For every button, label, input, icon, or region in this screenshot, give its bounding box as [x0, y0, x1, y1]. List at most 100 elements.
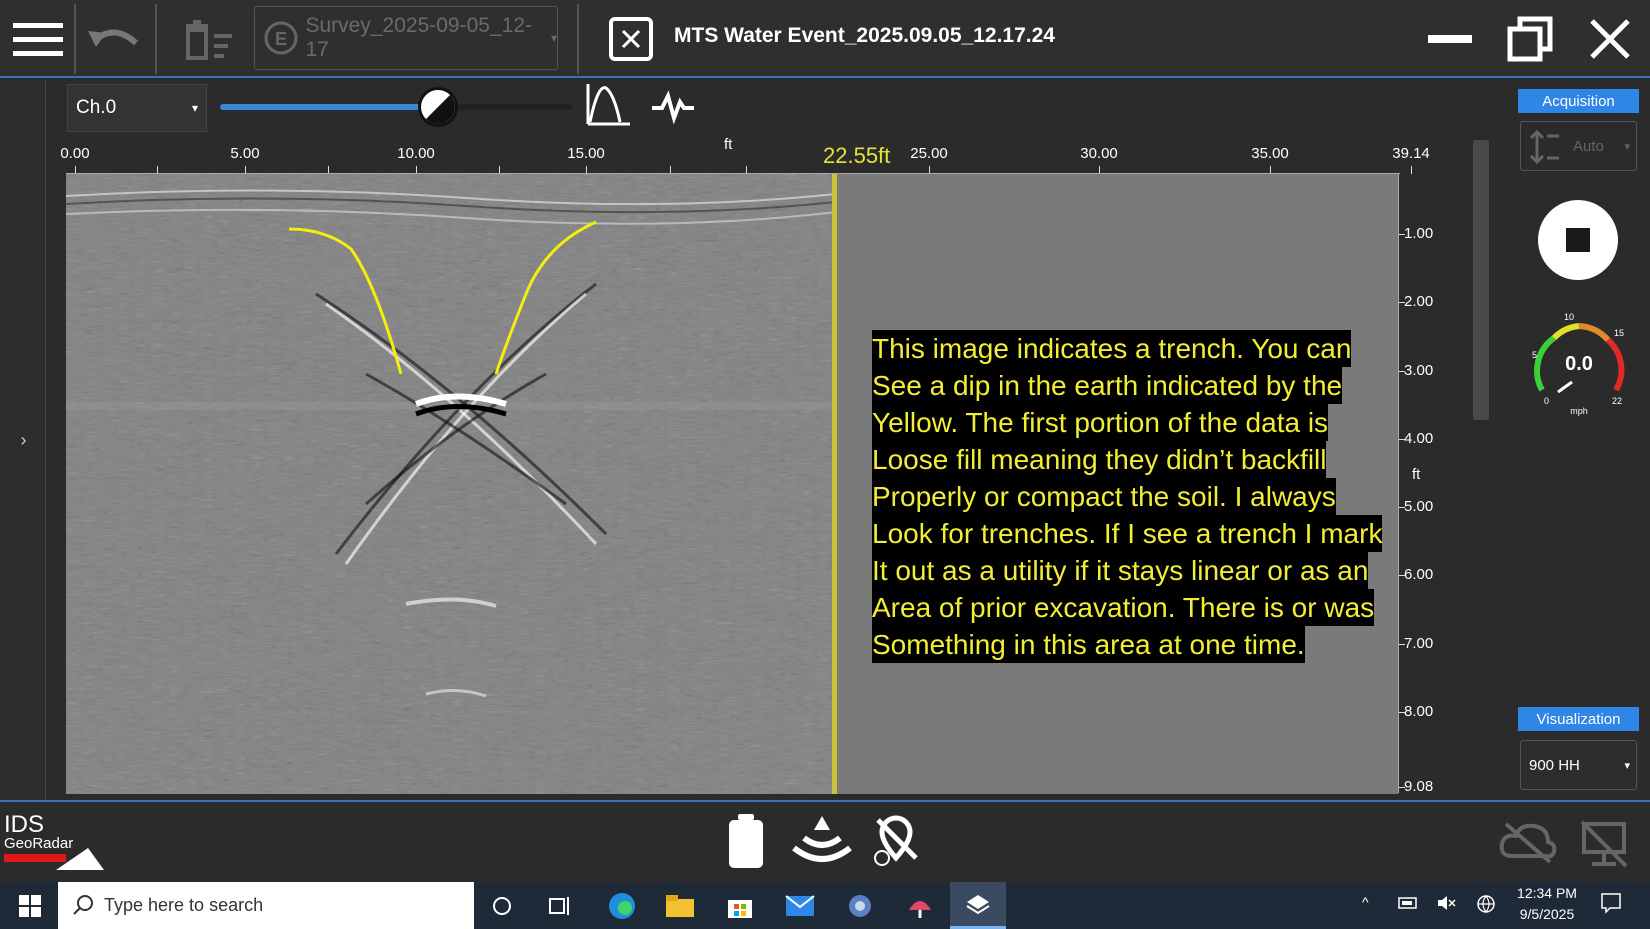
x-tick-label: 25.00 — [910, 145, 948, 162]
y-tick-label: 8.00 — [1404, 703, 1434, 720]
show-hidden-icons[interactable]: ^ — [1362, 894, 1369, 910]
chevron-right-icon: › — [20, 429, 27, 450]
app-taskbar-button[interactable] — [832, 882, 888, 929]
cloud-off-icon — [1499, 822, 1557, 864]
e-circle-icon: E — [264, 21, 298, 55]
snip-icon — [909, 900, 931, 918]
gain-slider-knob[interactable] — [418, 87, 458, 127]
taskbar-time[interactable]: 12:34 PM — [1512, 885, 1582, 901]
x-tick-label: 35.00 — [1251, 145, 1289, 162]
windows-icon — [19, 894, 41, 917]
chevron-down-icon: ▾ — [1624, 759, 1630, 772]
svg-text:E: E — [275, 29, 287, 49]
battery-status[interactable] — [726, 812, 766, 875]
undo-button[interactable] — [80, 4, 148, 74]
cortana-button[interactable] — [474, 882, 530, 929]
logo-mark — [4, 848, 104, 870]
gear-app-icon — [849, 894, 871, 917]
divider — [577, 4, 579, 74]
gauge-tick-label: 22 — [1612, 396, 1622, 406]
y-tick-mark — [1398, 302, 1405, 303]
top-bar: E Survey_2025-09-05_12-17 ▾ MTS Water Ev… — [0, 0, 1650, 78]
window-title: MTS Water Event_2025.09.05_12.17.24 — [674, 24, 1055, 47]
cortana-icon — [493, 896, 511, 915]
divider — [74, 4, 76, 74]
y-tick-label: 9.08 — [1404, 778, 1434, 795]
close-button[interactable] — [1580, 4, 1640, 74]
waveform-button[interactable] — [650, 86, 696, 126]
gauge-tick-label: 5 — [1532, 350, 1537, 360]
annotation-line: See a dip in the earth indicated by the — [872, 367, 1343, 404]
auto-scale-icon — [1529, 130, 1559, 164]
chevron-down-icon: ▾ — [191, 101, 198, 115]
scrollbar-thumb[interactable] — [1473, 140, 1489, 420]
survey-select[interactable]: E Survey_2025-09-05_12-17 ▾ — [254, 6, 558, 70]
y-tick-label: 1.00 — [1404, 225, 1434, 242]
x-tick-label: 39.14 — [1392, 145, 1430, 162]
close-event-button[interactable] — [606, 4, 656, 74]
georadar-taskbar-button[interactable] — [950, 882, 1006, 929]
gps-off-icon — [874, 815, 918, 866]
globe-network-icon[interactable] — [1476, 894, 1496, 914]
edge-taskbar-button[interactable] — [594, 882, 650, 929]
menu-button[interactable] — [4, 4, 72, 74]
gauge-tick-label: 10 — [1564, 312, 1574, 322]
position-cursor[interactable] — [832, 174, 837, 794]
y-axis-unit: ft — [1412, 466, 1421, 483]
mail-taskbar-button[interactable] — [772, 882, 828, 929]
annotation-line: Something in this area at one time. — [872, 626, 1305, 663]
close-box-icon — [609, 17, 653, 61]
search-icon — [73, 895, 93, 915]
volume-muted-icon[interactable] — [1436, 894, 1456, 912]
bell-curve-button[interactable] — [586, 80, 632, 130]
annotation-line: It out as a utility if it stays linear o… — [872, 552, 1369, 589]
snip-taskbar-button[interactable] — [892, 882, 948, 929]
app-window: E Survey_2025-09-05_12-17 ▾ MTS Water Ev… — [0, 0, 1650, 929]
gps-status[interactable] — [870, 812, 922, 873]
annotation-line: Loose fill meaning they didn’t backfill — [872, 441, 1327, 478]
radargram-image[interactable] — [66, 174, 836, 794]
visualization-select[interactable]: 900 HH ▾ — [1520, 740, 1637, 790]
gauge-tick-label: 15 — [1614, 328, 1624, 338]
device-status[interactable] — [1578, 820, 1630, 875]
explorer-taskbar-button[interactable] — [652, 882, 708, 929]
gain-slider-fill — [220, 104, 438, 110]
y-tick-mark — [1398, 787, 1405, 788]
channel-select[interactable]: Ch.0 ▾ — [67, 84, 207, 132]
delete-button[interactable] — [176, 4, 240, 74]
folder-icon — [666, 894, 694, 917]
x-axis-unit: ft — [724, 136, 733, 153]
edge-icon — [609, 892, 635, 919]
taskbar-date[interactable]: 9/5/2025 — [1512, 906, 1582, 922]
restore-button[interactable] — [1500, 4, 1560, 74]
divider — [155, 4, 157, 74]
waveform-icon — [652, 90, 694, 125]
minimize-button[interactable] — [1420, 4, 1480, 74]
task-view-button[interactable] — [532, 882, 588, 929]
start-button[interactable] — [2, 882, 58, 929]
y-tick-label: 2.00 — [1404, 293, 1434, 310]
annotation-textbox: This image indicates a trench. You can Se… — [872, 330, 1412, 663]
chevron-down-icon: ▾ — [550, 31, 557, 45]
trash-list-icon — [186, 20, 232, 60]
speed-value: 0.0 — [1565, 353, 1593, 375]
antenna-status[interactable] — [790, 814, 854, 871]
battery-tray-icon[interactable] — [1398, 896, 1420, 910]
cloud-status[interactable] — [1498, 820, 1558, 869]
stop-icon — [1566, 228, 1590, 252]
search-placeholder: Type here to search — [104, 895, 264, 915]
auto-select[interactable]: Auto ▾ — [1520, 121, 1637, 171]
gauge-tick-label: 0 — [1544, 396, 1549, 406]
chevron-down-icon: ▾ — [1624, 140, 1630, 153]
taskbar-search-box[interactable]: Type here to search — [58, 882, 474, 929]
radar-signal-icon — [792, 816, 852, 862]
mail-icon — [785, 894, 815, 916]
stop-button[interactable] — [1538, 200, 1618, 280]
channel-value: Ch.0 — [76, 97, 117, 118]
speed-gauge: 0 5 10 15 22 0.0 mph — [1532, 312, 1625, 416]
store-taskbar-button[interactable] — [712, 882, 768, 929]
left-panel-toggle[interactable]: › — [2, 80, 46, 800]
monitor-off-icon — [1580, 820, 1628, 868]
y-tick-mark — [1398, 712, 1405, 713]
notifications-icon[interactable] — [1600, 892, 1622, 914]
